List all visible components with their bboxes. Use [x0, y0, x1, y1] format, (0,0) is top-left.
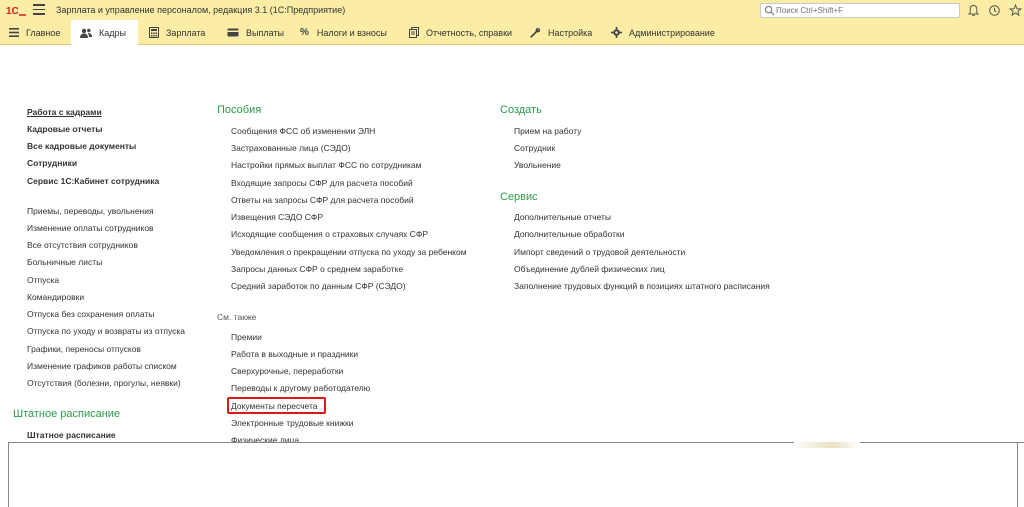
section-settings[interactable]: Настройка — [530, 20, 592, 45]
section-salary[interactable]: Зарплата — [149, 20, 205, 45]
link-individuals[interactable]: Физические лица — [231, 435, 299, 442]
section-main[interactable]: Главное — [9, 20, 60, 45]
bell-icon[interactable] — [967, 4, 980, 17]
bottom-panel — [8, 442, 1024, 507]
link-insured-persons[interactable]: Застрахованные лица (СЭДО) — [231, 143, 351, 153]
staff-schedule-heading: Штатное расписание — [13, 408, 121, 420]
main-menu-icon[interactable] — [33, 4, 45, 15]
wallet-icon — [227, 28, 239, 37]
title-bar: 1С Зарплата и управление персоналом, ред… — [0, 0, 1024, 20]
link-sedo-notices[interactable]: Извещения СЭДО СФР — [231, 212, 323, 222]
history-icon[interactable] — [988, 4, 1001, 17]
link-weekend-work[interactable]: Работа в выходные и праздники — [231, 349, 358, 359]
calculator-icon — [149, 27, 159, 38]
favorites-star-icon[interactable] — [1009, 4, 1022, 17]
app-title: Зарплата и управление персоналом, редакц… — [56, 5, 346, 15]
section-label: Кадры — [99, 27, 126, 38]
section-label: Настройка — [548, 27, 593, 38]
link-create-dismissal[interactable]: Увольнение — [514, 160, 561, 170]
section-label: Налоги и взносы — [316, 27, 387, 38]
create-heading: Создать — [500, 104, 542, 116]
link-create-hire[interactable]: Прием на работу — [514, 126, 581, 136]
link-incoming-sfr-requests[interactable]: Входящие запросы СФР для расчета пособий — [231, 178, 413, 188]
section-label: Отчетность, справки — [426, 27, 513, 38]
link-outgoing-insurance-messages[interactable]: Исходящие сообщения о страховых случаях … — [231, 229, 428, 239]
link-vacations[interactable]: Отпуска — [27, 275, 59, 285]
service-heading: Сервис — [500, 191, 538, 203]
link-work-schedule-change[interactable]: Изменение графиков работы списком — [27, 361, 177, 371]
link-fill-labor-functions[interactable]: Заполнение трудовых функций в позициях ш… — [514, 281, 770, 291]
section-payments[interactable]: Выплаты — [227, 20, 284, 45]
see-also-label: См. также — [217, 312, 257, 322]
search-input[interactable] — [776, 4, 956, 17]
section-administration[interactable]: Администрирование — [611, 20, 715, 45]
wrench-icon — [530, 27, 541, 38]
link-all-hr-documents[interactable]: Все кадровые документы — [27, 141, 136, 151]
link-employee-cabinet-service[interactable]: Сервис 1С:Кабинет сотрудника — [27, 176, 159, 186]
link-business-trips[interactable]: Командировки — [27, 292, 84, 302]
link-electronic-work-books[interactable]: Электронные трудовые книжки — [231, 418, 353, 428]
link-employees[interactable]: Сотрудники — [27, 158, 77, 168]
link-absences-illness[interactable]: Отсутствия (болезни, прогулы, неявки) — [27, 378, 181, 388]
link-bonuses[interactable]: Премии — [231, 332, 262, 342]
link-pay-change[interactable]: Изменение оплаты сотрудников — [27, 223, 154, 233]
section-taxes[interactable]: % Налоги и взносы — [300, 20, 387, 45]
link-hr-work[interactable]: Работа с кадрами — [27, 107, 102, 117]
link-parental-leave[interactable]: Отпуска по уходу и возвраты из отпуска — [27, 326, 185, 336]
1c-logo-icon[interactable]: 1С — [6, 4, 26, 16]
link-avg-earnings-requests[interactable]: Запросы данных СФР о среднем заработке — [231, 264, 403, 274]
highlight-frame — [227, 397, 326, 414]
section-hr[interactable]: Кадры — [71, 20, 138, 45]
sections-panel: Главное Кадры Зарплата Выплаты % Налоги … — [0, 20, 1024, 45]
link-transfers-to-other-employer[interactable]: Переводы к другому работодателю — [231, 383, 370, 393]
link-merge-duplicates[interactable]: Объединение дублей физических лиц — [514, 264, 665, 274]
link-avg-earnings-sedo[interactable]: Средний заработок по данным СФР (СЭДО) — [231, 281, 406, 291]
section-reports[interactable]: Отчетность, справки — [409, 20, 512, 45]
percent-icon: % — [300, 27, 309, 38]
svg-text:1С: 1С — [6, 6, 19, 16]
gear-icon — [611, 27, 622, 38]
link-hires-transfers[interactable]: Приемы, переводы, увольнения — [27, 206, 154, 216]
link-parental-leave-end-notices[interactable]: Уведомления о прекращении отпуска по ухо… — [231, 247, 467, 257]
link-fss-eln-messages[interactable]: Сообщения ФСС об изменении ЭЛН — [231, 126, 375, 136]
benefits-heading: Пособия — [217, 104, 262, 116]
search-field[interactable] — [760, 3, 960, 18]
link-sick-leaves[interactable]: Больничные листы — [27, 257, 102, 267]
link-import-work-activity[interactable]: Импорт сведений о трудовой деятельности — [514, 247, 685, 257]
decorative-image — [794, 442, 860, 448]
link-additional-reports[interactable]: Дополнительные отчеты — [514, 212, 611, 222]
link-additional-processing[interactable]: Дополнительные обработки — [514, 229, 624, 239]
link-direct-payments-settings[interactable]: Настройки прямых выплат ФСС по сотрудник… — [231, 160, 421, 170]
hamburger-icon — [9, 28, 19, 37]
reports-icon — [409, 27, 419, 38]
link-hr-reports[interactable]: Кадровые отчеты — [27, 124, 103, 134]
search-icon — [764, 5, 775, 16]
link-create-employee[interactable]: Сотрудник — [514, 143, 555, 153]
section-label: Зарплата — [166, 27, 206, 38]
people-icon — [80, 28, 92, 38]
link-vacation-schedules[interactable]: Графики, переносы отпусков — [27, 344, 141, 354]
link-all-absences[interactable]: Все отсутствия сотрудников — [27, 240, 138, 250]
section-label: Выплаты — [246, 27, 284, 38]
link-sfr-request-answers[interactable]: Ответы на запросы СФР для расчета пособи… — [231, 195, 414, 205]
panel-edge — [1017, 442, 1018, 507]
section-label: Администрирование — [629, 27, 715, 38]
link-unpaid-leave[interactable]: Отпуска без сохранения оплаты — [27, 309, 154, 319]
link-staff-schedule[interactable]: Штатное расписание — [27, 430, 116, 440]
link-overtime[interactable]: Сверхурочные, переработки — [231, 366, 343, 376]
section-label: Главное — [26, 27, 61, 38]
